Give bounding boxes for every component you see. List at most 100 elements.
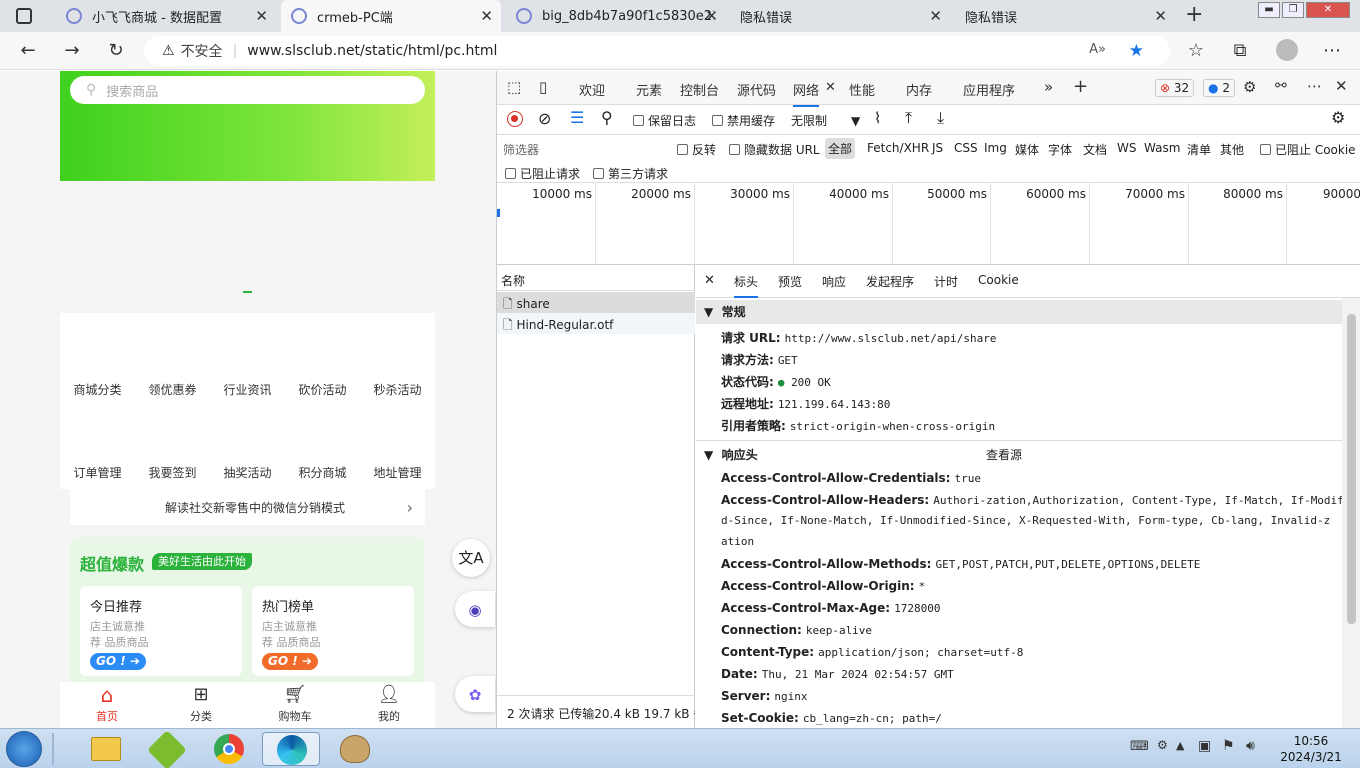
go-button[interactable]: GO ! ➔ — [262, 653, 318, 670]
minimize-icon[interactable]: ▬ — [1258, 2, 1280, 18]
view-source-link[interactable]: 查看源 — [986, 443, 1022, 467]
checkbox[interactable] — [505, 168, 516, 179]
menu-item[interactable]: 砍价活动 — [285, 381, 360, 398]
tab-actions-icon[interactable] — [16, 8, 32, 24]
network-timeline[interactable]: 10000 ms 20000 ms 30000 ms 40000 ms 5000… — [497, 183, 1360, 265]
name-column-header[interactable]: 名称 — [497, 265, 695, 291]
import-icon[interactable]: ⤒ — [905, 108, 912, 128]
menu-item[interactable]: 秒杀活动 — [360, 381, 435, 398]
file-explorer-icon[interactable] — [84, 732, 128, 766]
disable-cache-checkbox[interactable]: 禁用缓存 — [712, 112, 775, 129]
request-row[interactable]: 🗋︎ Hind-Regular.otf — [497, 313, 695, 334]
tab-cookie[interactable]: Cookie — [978, 273, 1019, 287]
tab-elements[interactable]: 元素 — [636, 80, 662, 99]
more-tabs-icon[interactable]: » — [1044, 78, 1053, 96]
action-center-icon[interactable]: ⚑ — [1222, 738, 1235, 754]
chrome-icon[interactable] — [208, 732, 252, 766]
close-tab-icon[interactable]: ✕ — [1154, 7, 1167, 25]
filter-type-ws[interactable]: WS — [1117, 141, 1136, 155]
checkbox[interactable] — [712, 115, 723, 126]
scrollbar-thumb[interactable] — [1347, 314, 1356, 624]
hide-data-urls-checkbox[interactable]: 隐藏数据 URL — [729, 141, 820, 158]
url-field[interactable]: ⚠ 不安全 | www.slsclub.net/static/html/pc.h… — [144, 36, 1170, 66]
tab-response[interactable]: 响应 — [822, 273, 846, 290]
app-icon[interactable] — [146, 730, 190, 770]
nav-home[interactable]: ⌂ 首页 — [60, 682, 154, 724]
translate-icon[interactable]: 文A — [452, 539, 490, 577]
refresh-icon[interactable]: ↻ — [104, 39, 128, 63]
clock[interactable]: 10:56 2024/3/21 — [1276, 733, 1346, 765]
menu-item[interactable]: 行业资讯 — [210, 381, 285, 398]
back-arrow-icon[interactable]: ← — [16, 39, 40, 63]
favorite-star-icon[interactable]: ★ — [1129, 41, 1144, 61]
throttle-select[interactable]: 无限制 ▼ — [791, 112, 860, 129]
export-icon[interactable]: ⤓ — [937, 108, 944, 128]
paint-icon[interactable] — [326, 732, 384, 766]
menu-item[interactable]: 地址管理 — [360, 464, 435, 481]
edge-icon[interactable] — [262, 732, 320, 766]
tab-welcome[interactable]: 欢迎 — [579, 80, 605, 99]
browser-tab-4[interactable]: 隐私错误 ✕ — [730, 0, 950, 32]
nav-mine[interactable]: 👤︎ 我的 — [342, 682, 436, 724]
tab-sources[interactable]: 源代码 — [737, 80, 776, 99]
response-headers-section-header[interactable]: ▼ 响应头 查看源 — [696, 443, 1342, 467]
blocked-cookies-checkbox[interactable]: 已阻止 Cookie — [1260, 141, 1356, 158]
browser-tab-3[interactable]: big_8db4b7a90f1c5830e214 ✕ — [506, 0, 726, 32]
filter-type-font[interactable]: 字体 — [1048, 141, 1072, 158]
nav-cart[interactable]: 🛒︎ 购物车 — [248, 682, 342, 724]
filter-type-js[interactable]: JS — [932, 141, 943, 155]
carousel-indicator[interactable] — [243, 291, 252, 293]
add-tab-icon[interactable]: + — [1073, 76, 1088, 97]
tab-headers[interactable]: 标头 — [734, 273, 759, 298]
filter-type-all[interactable]: 全部 — [825, 138, 856, 159]
news-banner[interactable]: 解读社交新零售中的微信分销模式 › — [70, 489, 425, 525]
favorites-icon[interactable]: ☆ — [1184, 39, 1208, 63]
network-icon[interactable]: ▣ — [1198, 738, 1211, 754]
checkbox[interactable] — [1260, 144, 1271, 155]
filter-type-other[interactable]: 其他 — [1220, 141, 1244, 158]
read-aloud-icon[interactable]: A» — [1089, 42, 1106, 57]
filter-icon[interactable]: ☰ — [570, 108, 584, 127]
close-tab-icon[interactable]: ✕ — [480, 7, 493, 25]
search-input[interactable]: ⚲ 搜索商品 — [70, 76, 425, 104]
scrollbar-track[interactable] — [1342, 298, 1360, 728]
close-tab-icon[interactable]: ✕ — [929, 7, 942, 25]
browser-tab-5[interactable]: 隐私错误 ✕ — [955, 0, 1175, 32]
show-hidden-icons[interactable]: ▲ — [1176, 739, 1184, 752]
close-tab-icon[interactable]: ✕ — [255, 7, 268, 25]
more-menu-icon[interactable]: ⋯ — [1320, 39, 1344, 63]
request-row[interactable]: 🗋︎ share — [497, 292, 695, 313]
hot-list-card[interactable]: 热门榜单 店主诚意推 荐 品质商品 GO ! ➔ — [252, 586, 414, 676]
checkbox[interactable] — [729, 144, 740, 155]
url-text[interactable]: www.slsclub.net/static/html/pc.html — [247, 43, 497, 59]
device-emulation-icon[interactable]: ▯ — [539, 78, 547, 96]
tab-memory[interactable]: 内存 — [906, 80, 932, 99]
tab-timing[interactable]: 计时 — [934, 273, 958, 290]
filter-type-manifest[interactable]: 清单 — [1187, 141, 1211, 158]
volume-icon[interactable]: 🔊︎ — [1246, 738, 1255, 754]
invert-checkbox[interactable]: 反转 — [677, 141, 716, 158]
record-icon[interactable] — [507, 111, 523, 127]
clear-icon[interactable]: ⊘ — [538, 109, 551, 128]
filter-input[interactable]: 筛选器 — [503, 141, 663, 158]
close-window-icon[interactable]: ✕ — [1306, 2, 1350, 18]
filter-type-img[interactable]: Img — [984, 141, 1007, 155]
tab-initiator[interactable]: 发起程序 — [866, 273, 914, 290]
browser-tab-2[interactable]: crmeb-PC端 ✕ — [281, 0, 501, 32]
menu-item[interactable]: 商城分类 — [60, 381, 135, 398]
checkbox[interactable] — [593, 168, 604, 179]
search-icon[interactable]: ⚲ — [601, 108, 613, 127]
blocked-requests-checkbox[interactable]: 已阻止请求 — [505, 165, 580, 182]
go-button[interactable]: GO ! ➔ — [90, 653, 146, 670]
menu-item[interactable]: 领优惠券 — [135, 381, 210, 398]
third-party-checkbox[interactable]: 第三方请求 — [593, 165, 668, 182]
tab-console[interactable]: 控制台 — [680, 80, 719, 99]
profile-avatar[interactable] — [1276, 39, 1298, 61]
tab-application[interactable]: 应用程序 — [963, 80, 1015, 99]
copilot-icon[interactable]: ✿ — [455, 676, 495, 712]
filter-type-media[interactable]: 媒体 — [1015, 141, 1039, 158]
menu-item[interactable]: 积分商城 — [285, 464, 360, 481]
customize-icon[interactable]: ⚯ — [1275, 78, 1287, 94]
menu-item[interactable]: 订单管理 — [60, 464, 135, 481]
filter-type-fetch[interactable]: Fetch/XHR — [867, 141, 929, 155]
